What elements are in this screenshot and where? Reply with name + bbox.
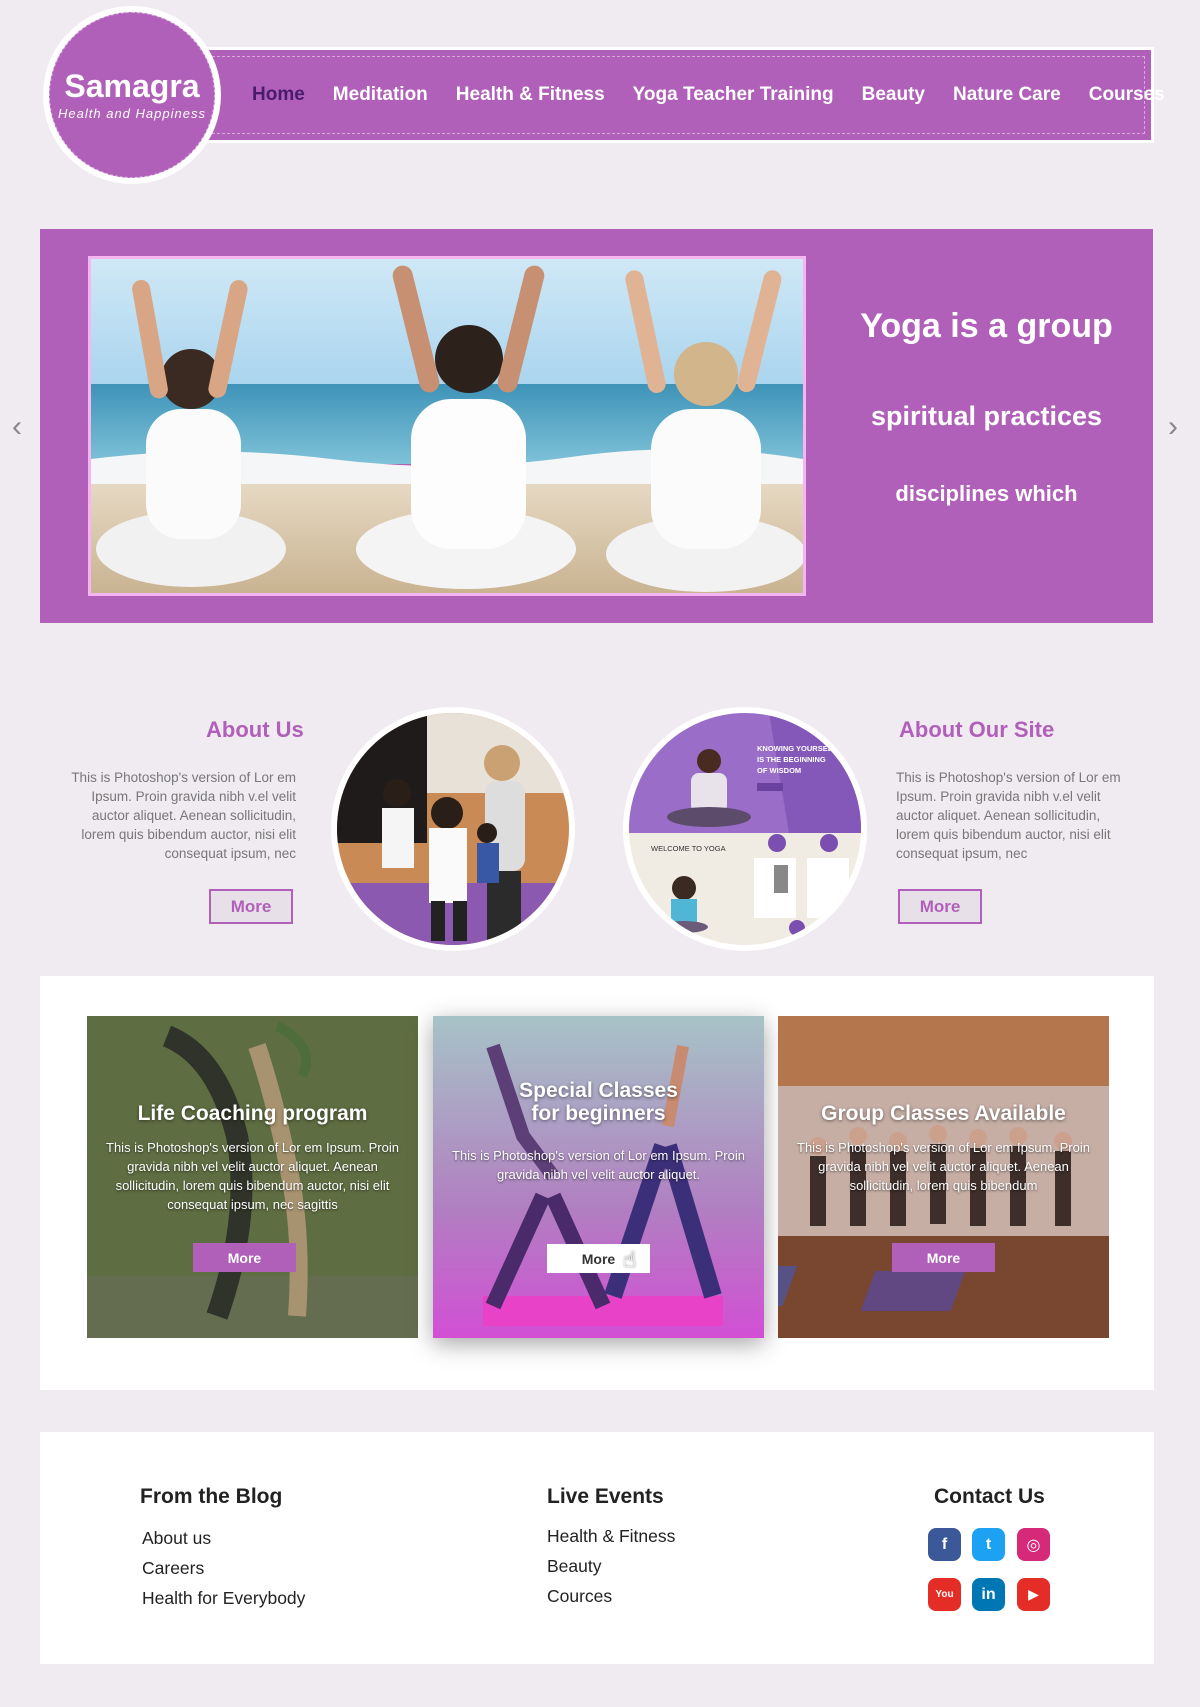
nav-item-nature-care[interactable]: Nature Care xyxy=(953,84,1061,106)
footer-link-health-for-everybody[interactable]: Health for Everybody xyxy=(142,1588,305,1609)
nav-item-health-fitness[interactable]: Health & Fitness xyxy=(456,84,605,106)
main-nav: Home Meditation Health & Fitness Yoga Te… xyxy=(205,47,1165,143)
card-group-classes[interactable]: Group Classes Available This is Photosho… xyxy=(778,1016,1109,1338)
about-us-image xyxy=(331,707,575,951)
footer-link-careers[interactable]: Careers xyxy=(142,1558,204,1579)
card-3-text: This is Photoshop's version of Lor em Ip… xyxy=(797,1140,1090,1193)
about-us-title: About Us xyxy=(206,717,304,742)
footer-link-health-fitness[interactable]: Health & Fitness xyxy=(547,1526,675,1547)
nav-item-meditation[interactable]: Meditation xyxy=(333,84,428,106)
card-life-coaching[interactable]: Life Coaching program This is Photoshop'… xyxy=(87,1016,418,1338)
footer: From the Blog About us Careers Health fo… xyxy=(40,1432,1154,1664)
youtube-icon[interactable]: You xyxy=(928,1578,961,1611)
about-site-text: This is Photoshop's version of Lor em Ip… xyxy=(896,770,1121,861)
beach-yoga-photo xyxy=(91,259,803,593)
brand-tagline: Health and Happiness xyxy=(58,105,206,121)
footer-blog-title: From the Blog xyxy=(140,1485,283,1508)
svg-text:OF WISDOM: OF WISDOM xyxy=(757,766,801,775)
logo[interactable]: Samagra Health and Happiness xyxy=(43,6,221,184)
about-site-title: About Our Site xyxy=(899,717,1055,742)
footer-link-about-us[interactable]: About us xyxy=(142,1528,211,1549)
card-2-title: Special Classes for beginners xyxy=(519,1079,678,1125)
nav-item-beauty[interactable]: Beauty xyxy=(862,84,925,106)
footer-link-beauty[interactable]: Beauty xyxy=(547,1556,601,1577)
card-3-more-button[interactable]: More xyxy=(892,1243,995,1272)
logo-badge: Samagra Health and Happiness xyxy=(49,12,215,178)
about-us-text: This is Photoshop's version of Lor em Ip… xyxy=(71,770,296,861)
youtube-play-icon[interactable]: ▶ xyxy=(1017,1578,1050,1611)
hand-cursor-icon: ☝ xyxy=(623,1247,637,1272)
card-1-more-button[interactable]: More xyxy=(193,1243,296,1272)
footer-link-cources[interactable]: Cources xyxy=(547,1586,612,1607)
site-screenshot: KNOWING YOURSELF IS THE BEGINNING OF WIS… xyxy=(629,713,861,945)
about-us-more-button[interactable]: More xyxy=(209,889,293,924)
card-1-title: Life Coaching program xyxy=(137,1102,368,1125)
instagram-icon[interactable]: ◎ xyxy=(1017,1528,1050,1561)
svg-text:WELCOME TO YOGA: WELCOME TO YOGA xyxy=(651,844,726,853)
facebook-icon[interactable]: f xyxy=(928,1528,961,1561)
linkedin-icon[interactable]: in xyxy=(972,1578,1005,1611)
twitter-icon[interactable]: t xyxy=(972,1528,1005,1561)
chevron-right-icon[interactable]: › xyxy=(1168,410,1178,444)
card-2-text: This is Photoshop's version of Lor em Ip… xyxy=(452,1148,745,1182)
hero-line-3: disciplines which xyxy=(895,481,1078,506)
brand-name: Samagra xyxy=(64,67,200,104)
hero-text: Yoga is a group spiritual practices disc… xyxy=(820,229,1153,623)
card-1-text: This is Photoshop's version of Lor em Ip… xyxy=(106,1140,399,1212)
nav-item-yoga-teacher-training[interactable]: Yoga Teacher Training xyxy=(633,84,834,106)
footer-events-title: Live Events xyxy=(547,1485,664,1508)
hero-line-2: spiritual practices xyxy=(870,401,1103,431)
about-site-more-button[interactable]: More xyxy=(898,889,982,924)
about-site-image: KNOWING YOURSELF IS THE BEGINNING OF WIS… xyxy=(623,707,867,951)
card-3-title: Group Classes Available xyxy=(821,1102,1066,1125)
chevron-left-icon[interactable]: ‹ xyxy=(12,410,22,444)
class-photo xyxy=(337,713,569,945)
card-special-classes[interactable]: Special Classes for beginners This is Ph… xyxy=(433,1016,764,1338)
nav-list: Home Meditation Health & Fitness Yoga Te… xyxy=(252,50,1165,140)
hero-line-1: Yoga is a group xyxy=(860,307,1113,345)
svg-text:KNOWING YOURSELF: KNOWING YOURSELF xyxy=(757,744,837,753)
footer-contact-title: Contact Us xyxy=(934,1485,1045,1508)
nav-item-courses[interactable]: Courses xyxy=(1089,84,1165,106)
svg-text:IS THE BEGINNING: IS THE BEGINNING xyxy=(757,755,826,764)
program-cards-panel: Life Coaching program This is Photoshop'… xyxy=(40,976,1154,1390)
hero-slider: Yoga is a group spiritual practices disc… xyxy=(40,229,1153,623)
hero-image xyxy=(88,256,806,596)
nav-item-home[interactable]: Home xyxy=(252,84,305,106)
